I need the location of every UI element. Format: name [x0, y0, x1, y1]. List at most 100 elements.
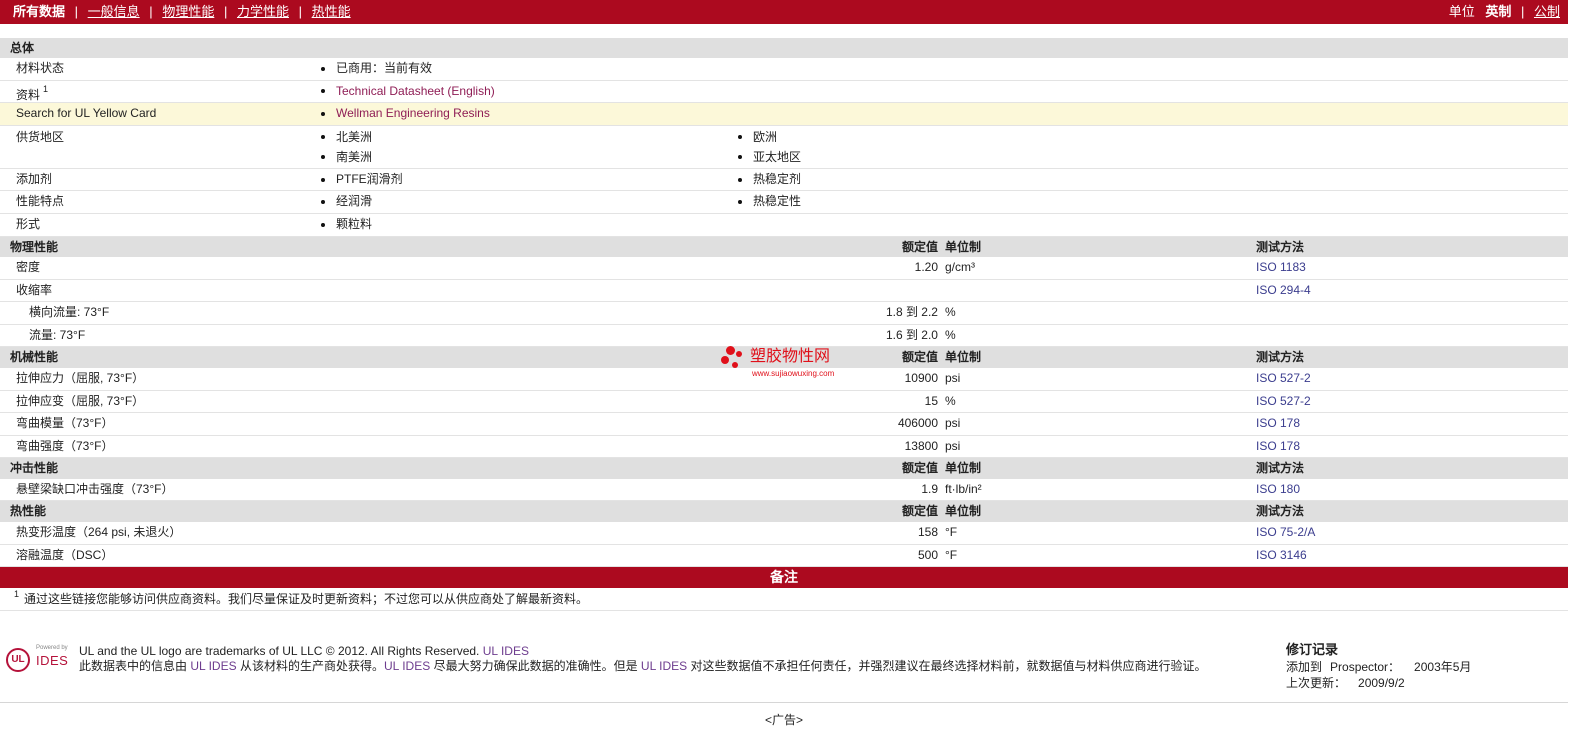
row-availability: 供货地区 北美洲 南美洲 欧洲 亚太地区: [0, 126, 1568, 169]
row-form: 形式 颗粒料: [0, 214, 1568, 237]
property-value: 1.20: [914, 260, 938, 275]
top-nav-bar: 所有数据 | 一般信息 | 物理性能 | 力学性能 | 热性能 单位 英制 | …: [0, 0, 1568, 24]
row-label: 性能特点: [16, 194, 65, 209]
column-header-value: 额定值: [901, 461, 938, 476]
property-label: 流量: 73°F: [29, 327, 86, 342]
column-header-method: 测试方法: [1256, 239, 1305, 254]
row-value: PTFE润滑剂: [336, 171, 403, 186]
section-header-physical: 物理性能 额定值 单位制 测试方法: [0, 236, 1568, 258]
bullet-icon: [738, 200, 742, 205]
row-melting-temperature: 溶融温度（DSC） 500 °F ISO 3146: [0, 545, 1568, 568]
row-value: 亚太地区: [753, 149, 802, 164]
nav-link-mechanical[interactable]: 力学性能: [237, 4, 289, 19]
property-unit: ft·lb/in²: [945, 481, 982, 496]
row-flexural-strength: 弯曲强度（73°F） 13800 psi ISO 178: [0, 436, 1568, 459]
section-header-mechanical: 机械性能 额定值 单位制 测试方法: [0, 347, 1568, 368]
section-title: 冲击性能: [10, 461, 59, 476]
ad-placeholder: <广告>: [764, 713, 804, 727]
value-column-1: 北美洲 南美洲: [318, 127, 372, 167]
ul-ides-link[interactable]: UL IDES: [190, 659, 236, 673]
trademark-text: UL and the UL logo are trademarks of UL …: [79, 644, 480, 658]
column-header-value: 额定值: [901, 504, 938, 519]
footnote-text: 通过这些链接您能够访问供应商资料。我们尽量保证及时更新资料；不过您可以从供应商处…: [24, 591, 589, 606]
disclaimer: 此数据表中的信息由 UL IDES 从该材料的生产商处获得。UL IDES 尽最…: [79, 659, 1271, 674]
bullet-item: 欧洲: [735, 127, 801, 147]
test-method: ISO 178: [1256, 438, 1301, 453]
disclaimer-text: 对这些数据值不承担任何责任，并强烈建议在最终选择材料前，就数据值与材料供应商进行…: [690, 659, 1207, 673]
disclaimer-text: 此数据表中的信息由: [79, 659, 188, 673]
supplier-link[interactable]: Wellman Engineering Resins: [336, 106, 490, 120]
property-unit: psi: [945, 370, 961, 385]
value-column-1: Technical Datasheet (English): [318, 81, 495, 103]
property-label: 悬壁梁缺口冲击强度（73°F）: [16, 481, 174, 496]
column-header-unit: 单位制: [945, 350, 982, 365]
added-source: Prospector：: [1330, 659, 1401, 674]
row-value: 欧洲: [753, 129, 778, 144]
revision-added: 添加到 Prospector： 2003年5月: [1286, 659, 1471, 676]
test-method: ISO 527-2: [1256, 370, 1311, 385]
ul-logo-icon: UL: [6, 648, 30, 672]
added-date: 2003年5月: [1414, 659, 1472, 674]
bullet-item: 热稳定性: [735, 191, 801, 213]
property-label: 收缩率: [16, 282, 53, 297]
row-features: 性能特点 经润滑 热稳定性: [0, 191, 1568, 214]
units-label: 单位: [1448, 4, 1475, 19]
property-unit: psi: [945, 438, 961, 453]
nav-all-data[interactable]: 所有数据: [13, 4, 65, 19]
value-column-1: 已商用：当前有效: [318, 58, 432, 80]
bullet-icon: [321, 89, 325, 94]
row-value: 热稳定剂: [753, 171, 802, 186]
property-value: 1.8 到 2.2: [885, 305, 938, 320]
section-title: 热性能: [10, 504, 47, 519]
column-header-unit: 单位制: [945, 504, 982, 519]
bullet-icon: [321, 200, 325, 205]
value-column-2: 欧洲 亚太地区: [735, 127, 801, 167]
property-label: 拉伸应变（屈服, 73°F）: [16, 393, 145, 408]
bullet-item: Technical Datasheet (English): [318, 81, 495, 103]
updated-date: 2009/9/2: [1358, 676, 1405, 690]
revision-title: 修订记录: [1286, 642, 1339, 657]
test-method: ISO 180: [1256, 481, 1301, 496]
row-tensile-strain: 拉伸应变（屈服, 73°F） 15 % ISO 527-2: [0, 391, 1568, 414]
nav-link-physical[interactable]: 物理性能: [162, 4, 214, 19]
bullet-item: 北美洲: [318, 127, 372, 147]
section-title: 物理性能: [10, 239, 59, 254]
bullet-icon: [738, 134, 742, 139]
row-value: 热稳定性: [753, 194, 802, 209]
ul-ides-link[interactable]: UL IDES: [641, 659, 687, 673]
notes-header: 备注: [0, 567, 1568, 588]
footer-text: UL and the UL logo are trademarks of UL …: [79, 644, 1271, 674]
powered-by-text: Powered by: [36, 645, 68, 651]
revision-updated: 上次更新： 2009/9/2: [1286, 675, 1471, 692]
bullet-icon: [738, 154, 742, 159]
property-label: 横向流量: 73°F: [29, 305, 110, 320]
section-header-impact: 冲击性能 额定值 单位制 测试方法: [0, 458, 1568, 479]
row-izod-impact: 悬壁梁缺口冲击强度（73°F） 1.9 ft·lb/in² ISO 180: [0, 479, 1568, 502]
row-value: 已商用：当前有效: [336, 61, 433, 75]
row-density: 密度 1.20 g/cm³ ISO 1183: [0, 257, 1568, 280]
ul-ides-link[interactable]: UL IDES: [384, 659, 430, 673]
test-method: ISO 75-2/A: [1256, 524, 1316, 539]
unit-imperial: 英制: [1485, 4, 1512, 19]
bullet-icon: [321, 134, 325, 139]
nav-link-general[interactable]: 一般信息: [88, 4, 140, 19]
updated-label: 上次更新：: [1286, 676, 1347, 690]
value-column-1: PTFE润滑剂: [318, 169, 403, 191]
nav-link-thermal[interactable]: 热性能: [312, 4, 351, 19]
property-value: 10900: [904, 370, 938, 385]
footnote-ref: 1: [43, 83, 49, 94]
property-unit: g/cm³: [945, 260, 975, 275]
row-shrinkage-transverse: 横向流量: 73°F 1.8 到 2.2 %: [0, 302, 1568, 325]
nav-separator: |: [1520, 4, 1525, 19]
test-method: ISO 178: [1256, 416, 1301, 431]
bullet-item: 经润滑: [318, 191, 372, 213]
technical-datasheet-link[interactable]: Technical Datasheet (English): [336, 84, 495, 98]
value-column-1: 经润滑: [318, 191, 372, 213]
row-value: 经润滑: [336, 194, 373, 209]
row-heat-deflection: 热变形温度（264 psi, 未退火） 158 °F ISO 75-2/A: [0, 522, 1568, 545]
row-additives: 添加剂 PTFE润滑剂 热稳定剂: [0, 169, 1568, 192]
ul-ides-link[interactable]: UL IDES: [483, 644, 529, 658]
column-header-value: 额定值: [901, 239, 938, 254]
unit-metric-link[interactable]: 公制: [1534, 4, 1560, 19]
bullet-icon: [738, 177, 742, 182]
